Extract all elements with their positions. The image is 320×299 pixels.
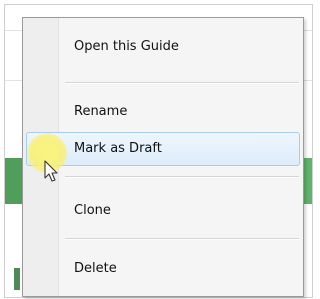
- menu-item-label: Mark as Draft: [74, 141, 162, 156]
- menu-separator: [65, 238, 299, 240]
- menu-separator: [65, 82, 299, 84]
- menu-item-open-guide[interactable]: Open this Guide: [26, 30, 300, 64]
- screenshot-stage: Open this Guide Rename Mark as Draft Clo…: [0, 0, 317, 299]
- menu-item-clone[interactable]: Clone: [26, 194, 300, 228]
- menu-item-label: Rename: [74, 104, 128, 119]
- arrow-cursor-icon: [44, 160, 58, 182]
- menu-item-label: Clone: [74, 203, 111, 218]
- menu-item-delete[interactable]: Delete: [26, 252, 300, 286]
- menu-separator: [65, 176, 299, 178]
- menu-item-label: Delete: [74, 261, 117, 276]
- background-row-marker: [14, 268, 20, 290]
- menu-item-mark-as-draft[interactable]: Mark as Draft: [26, 132, 300, 166]
- menu-item-rename[interactable]: Rename: [26, 95, 300, 129]
- menu-item-label: Open this Guide: [74, 39, 179, 54]
